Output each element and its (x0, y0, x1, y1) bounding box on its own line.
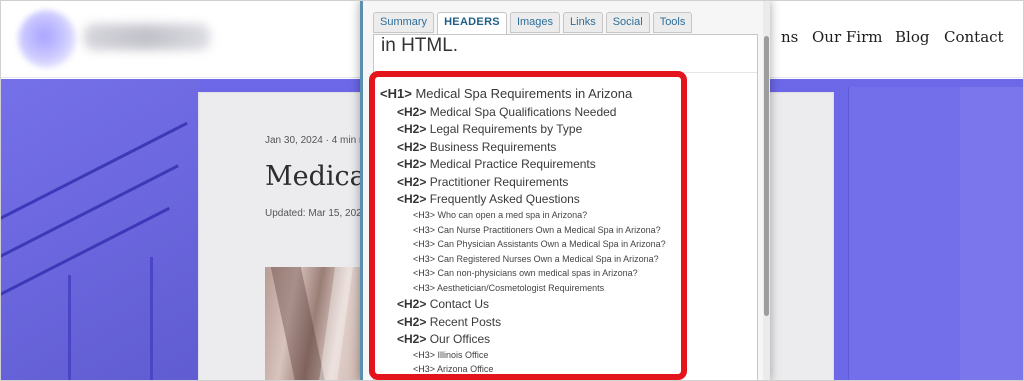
nav-item-contact[interactable]: Contact (944, 28, 1004, 46)
article-meta: Jan 30, 2024 · 4 min r (265, 135, 363, 146)
popup-scrollbar[interactable] (763, 0, 770, 381)
nav-item-blog[interactable]: Blog (895, 28, 929, 46)
tab-social[interactable]: Social (605, 12, 650, 33)
tab-headers[interactable]: HEADERS (437, 12, 507, 35)
tab-tools[interactable]: Tools (652, 12, 693, 33)
rail-post (150, 257, 153, 381)
popup-tab-bar: Summary HEADERS Images Links Social Tool… (373, 12, 693, 35)
highlight-annotation-box (369, 71, 687, 380)
site-logo-text-blurred[interactable] (84, 24, 210, 50)
site-logo-icon[interactable] (18, 10, 76, 68)
rail-post (68, 275, 71, 381)
tab-summary[interactable]: Summary (373, 12, 435, 33)
article-image (265, 267, 375, 381)
scrollbar-thumb[interactable] (764, 36, 769, 316)
article-updated-date: Updated: Mar 15, 2024 (265, 208, 368, 219)
hero-wall-panel (960, 87, 1024, 381)
hero-shade (0, 79, 200, 381)
tab-images[interactable]: Images (509, 12, 561, 33)
pane-intro-text: in HTML. (381, 35, 459, 56)
article-title[interactable]: Medical (265, 161, 374, 192)
nav-item-partial[interactable]: ns (781, 28, 798, 46)
tab-links[interactable]: Links (563, 12, 603, 33)
nav-item-our-firm[interactable]: Our Firm (812, 28, 883, 46)
